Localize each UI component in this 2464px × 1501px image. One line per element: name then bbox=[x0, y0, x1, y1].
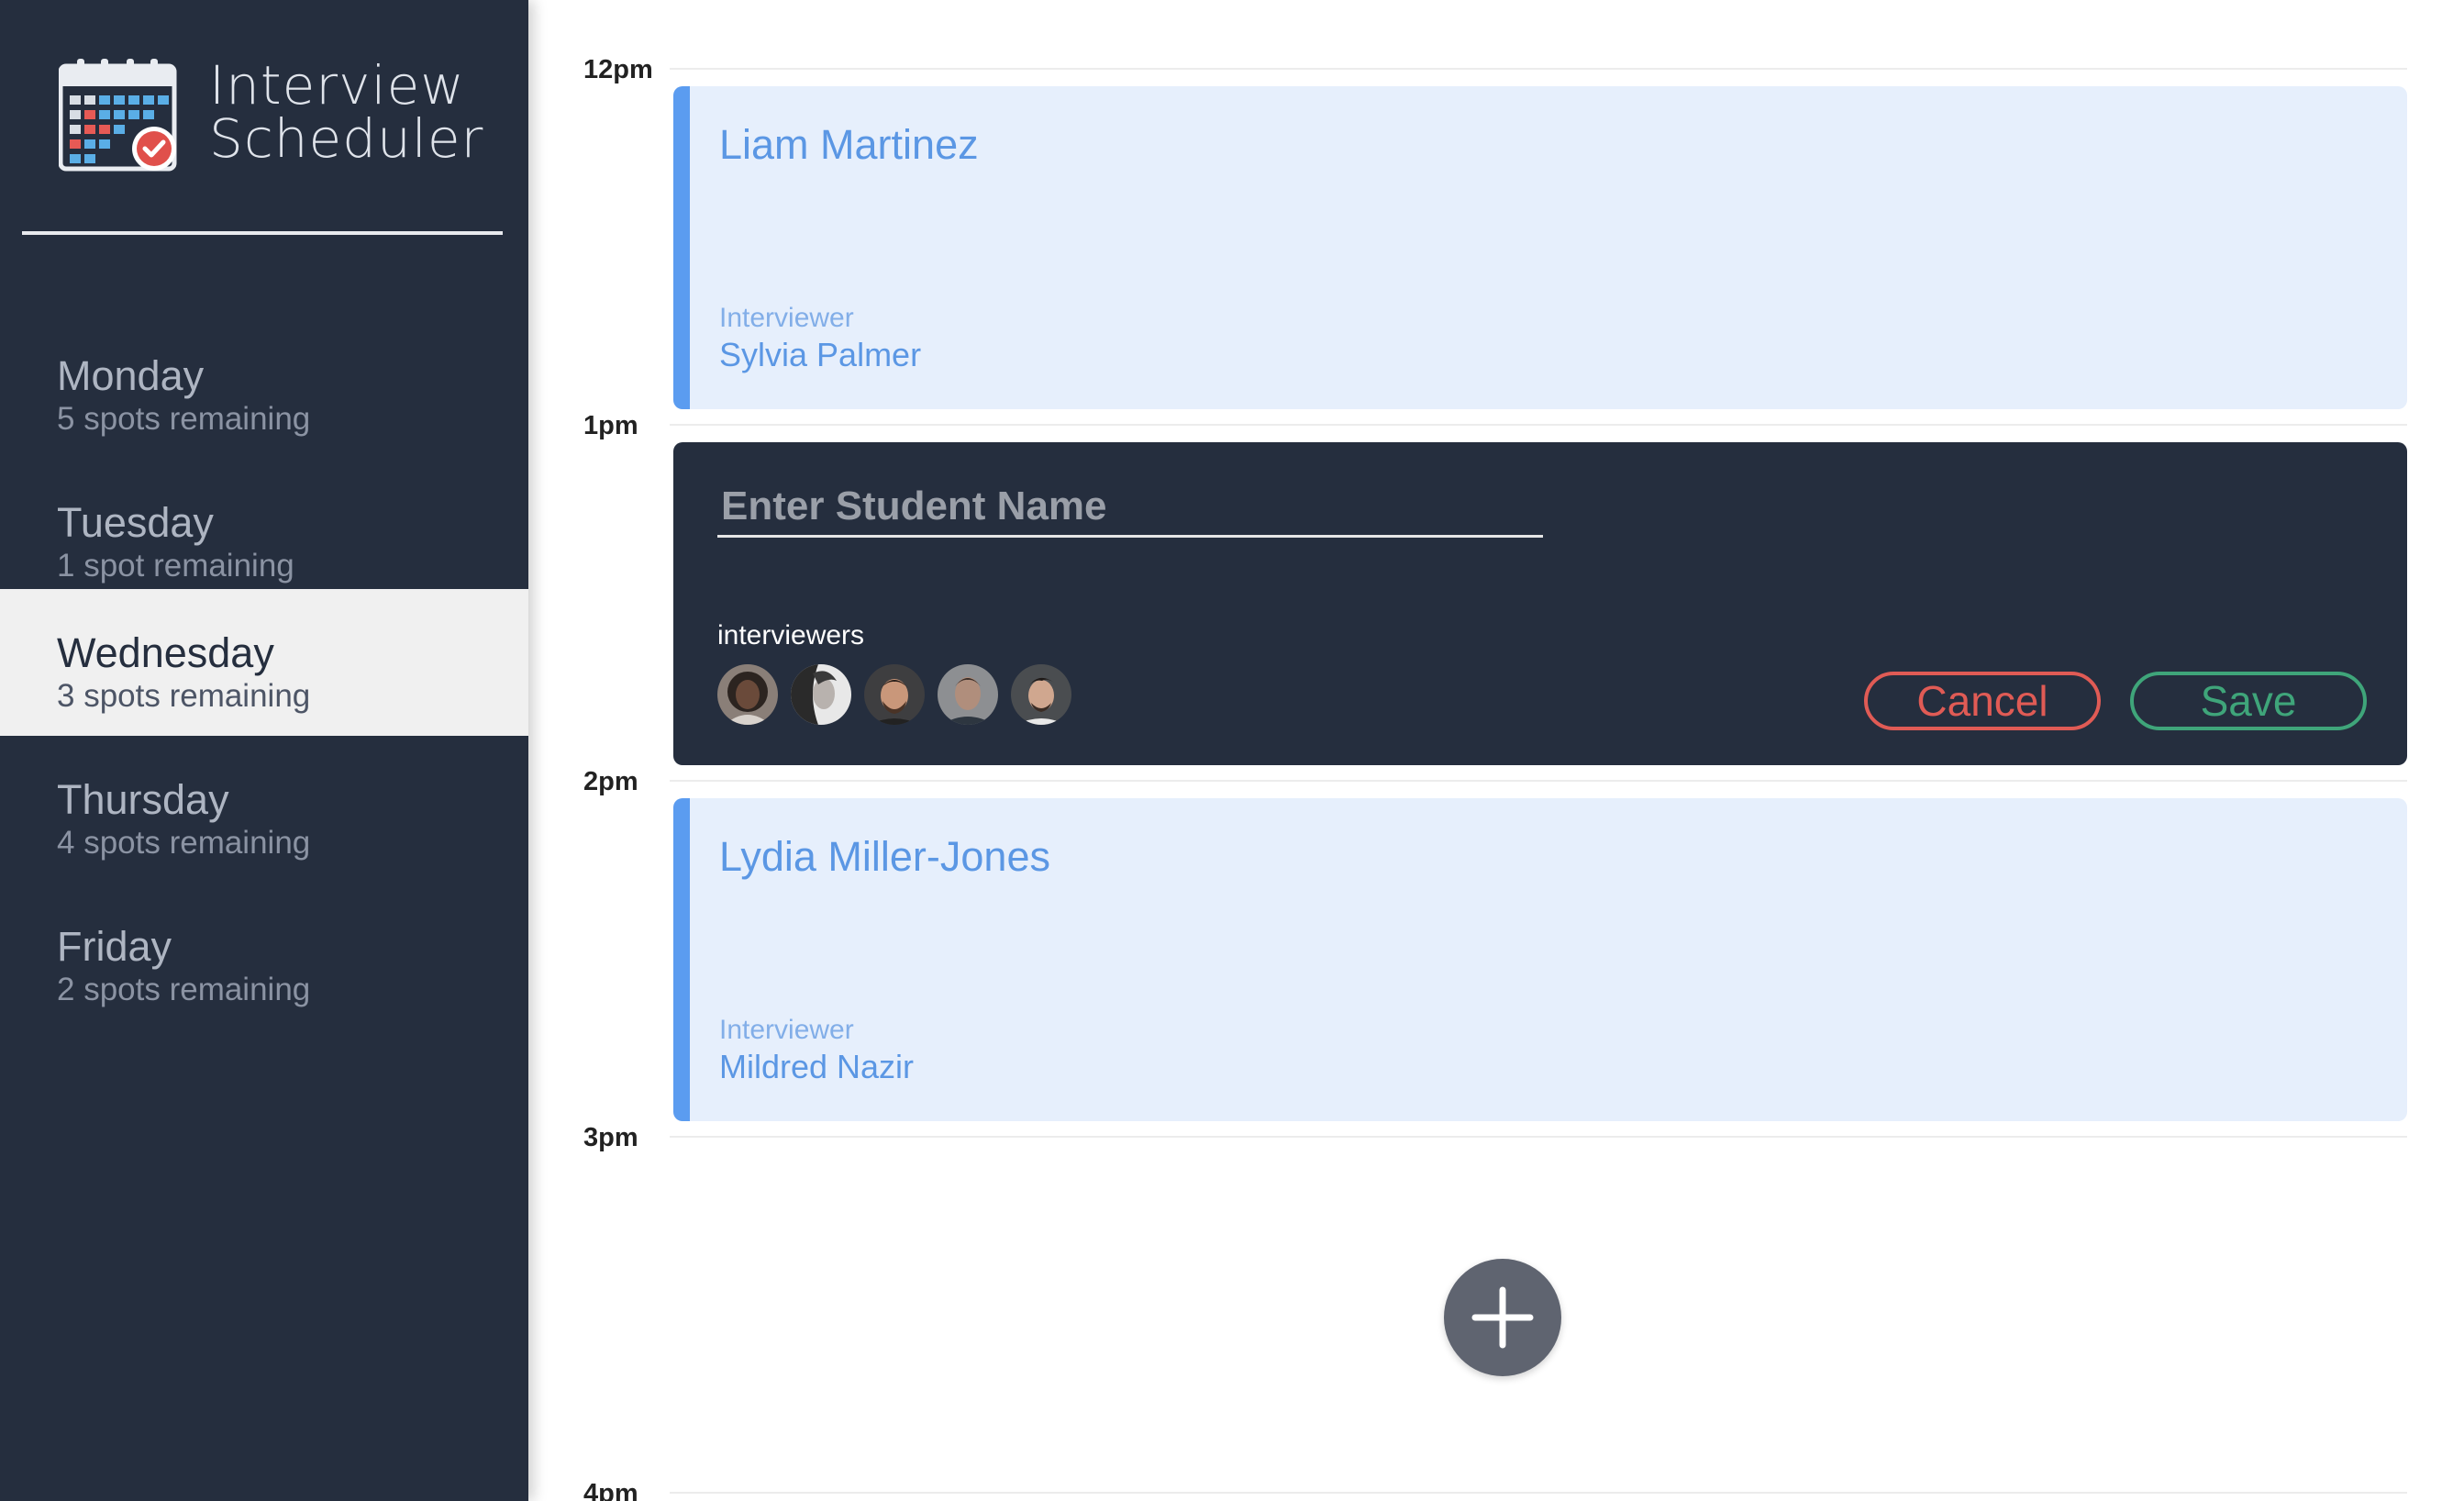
hour-divider bbox=[670, 1492, 2407, 1494]
app-title-line2: Scheduler bbox=[209, 107, 484, 170]
interviewer-avatar[interactable] bbox=[938, 664, 998, 725]
appointment-card[interactable]: Liam Martinez Interviewer Sylvia Palmer bbox=[673, 86, 2407, 409]
day-item-friday[interactable]: Friday 2 spots remaining bbox=[0, 883, 528, 1029]
day-name: Friday bbox=[57, 923, 172, 970]
time-label: 4pm bbox=[583, 1479, 638, 1501]
day-spots: 5 spots remaining bbox=[57, 401, 311, 437]
day-item-monday[interactable]: Monday 5 spots remaining bbox=[0, 312, 528, 459]
app-title: Interview Scheduler bbox=[209, 59, 483, 165]
day-item-tuesday[interactable]: Tuesday 1 spot remaining bbox=[0, 459, 528, 606]
app-title-line1: Interview bbox=[209, 54, 465, 117]
day-spots: 2 spots remaining bbox=[57, 972, 311, 1007]
day-item-thursday[interactable]: Thursday 4 spots remaining bbox=[0, 736, 528, 883]
interviewer-avatar[interactable] bbox=[1011, 664, 1071, 725]
plus-icon bbox=[1471, 1286, 1534, 1349]
day-name: Monday bbox=[57, 352, 205, 399]
interviewers-label: interviewers bbox=[717, 620, 865, 650]
day-name: Tuesday bbox=[57, 499, 214, 546]
day-item-wednesday[interactable]: Wednesday 3 spots remaining bbox=[0, 589, 528, 736]
time-label: 3pm bbox=[583, 1123, 638, 1152]
hour-divider bbox=[670, 68, 2407, 70]
time-label: 2pm bbox=[583, 767, 638, 796]
time-label: 12pm bbox=[583, 55, 653, 84]
interviewer-name: Mildred Nazir bbox=[719, 1048, 915, 1085]
hour-divider bbox=[670, 780, 2407, 782]
interviewer-avatar[interactable] bbox=[717, 664, 778, 725]
app: Interview Scheduler Monday 5 spots remai… bbox=[0, 0, 2464, 1501]
booking-form: interviewers bbox=[673, 442, 2407, 765]
save-button[interactable]: Save bbox=[2130, 672, 2367, 730]
student-name: Lydia Miller-Jones bbox=[719, 833, 1050, 880]
day-spots: 4 spots remaining bbox=[57, 825, 311, 861]
hour-divider bbox=[670, 1136, 2407, 1138]
add-appointment-button[interactable] bbox=[1444, 1259, 1561, 1376]
hour-divider bbox=[670, 424, 2407, 426]
interviewer-label: Interviewer bbox=[719, 303, 854, 333]
calendar-logo-icon bbox=[58, 57, 183, 172]
day-spots: 1 spot remaining bbox=[57, 548, 294, 584]
interviewer-name: Sylvia Palmer bbox=[719, 336, 922, 373]
sidebar: Interview Scheduler Monday 5 spots remai… bbox=[0, 0, 528, 1501]
student-name: Liam Martinez bbox=[719, 121, 979, 168]
cancel-button[interactable]: Cancel bbox=[1864, 672, 2101, 730]
day-name: Thursday bbox=[57, 776, 229, 823]
student-name-input[interactable] bbox=[717, 477, 1543, 538]
day-spots: 3 spots remaining bbox=[57, 678, 311, 714]
interviewer-label: Interviewer bbox=[719, 1015, 854, 1045]
interviewer-avatar[interactable] bbox=[864, 664, 925, 725]
day-name: Wednesday bbox=[57, 629, 274, 676]
appointment-card[interactable]: Lydia Miller-Jones Interviewer Mildred N… bbox=[673, 798, 2407, 1121]
sidebar-divider bbox=[22, 231, 503, 235]
time-label: 1pm bbox=[583, 411, 638, 440]
interviewer-avatar[interactable] bbox=[791, 664, 851, 725]
